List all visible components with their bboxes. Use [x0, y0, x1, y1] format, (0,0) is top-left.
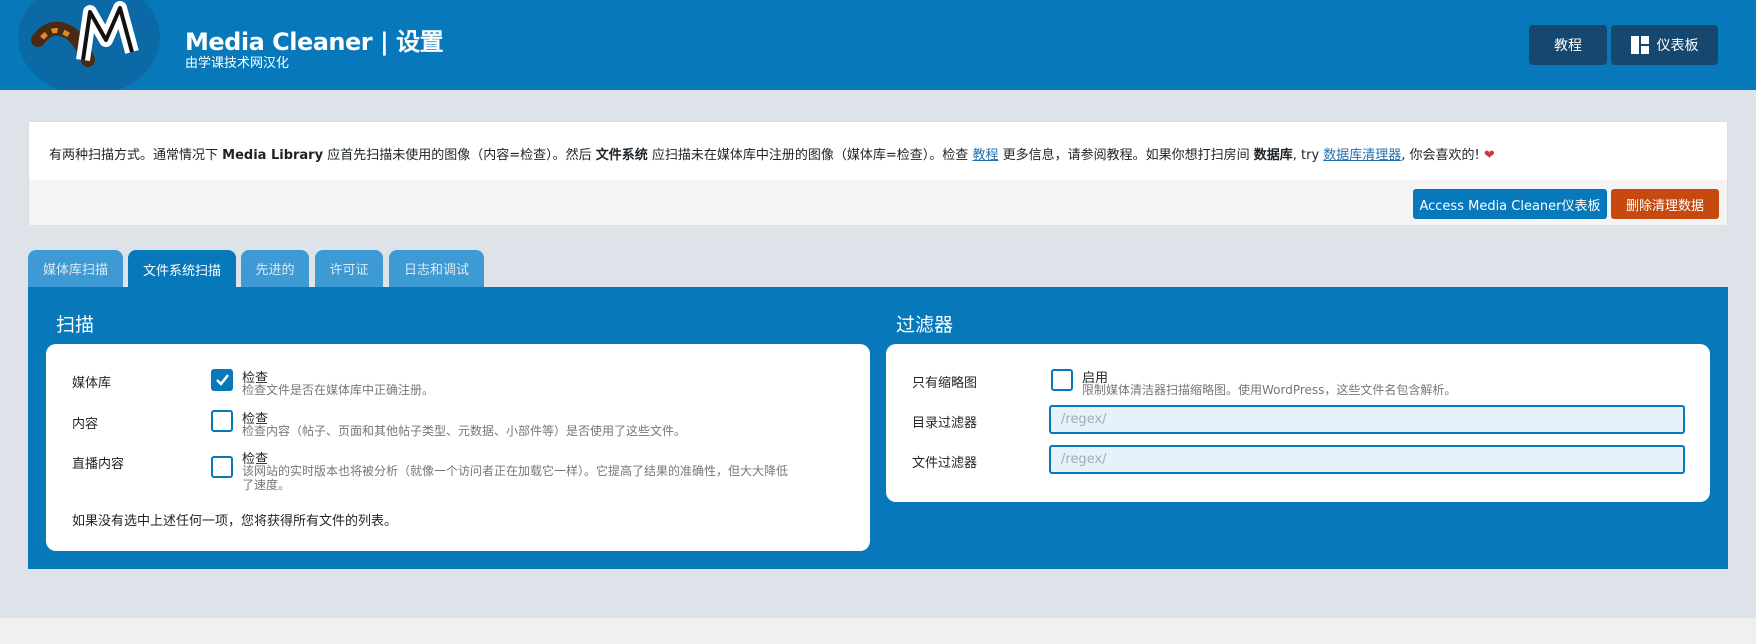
file-filter-label: 文件过滤器	[912, 456, 978, 471]
media-library-label: 媒体库	[72, 376, 112, 391]
scan-footer-note: 如果没有选中上述任何一项，您将获得所有文件的列表。	[72, 514, 398, 529]
meow-logo-icon	[18, 0, 160, 95]
directory-filter-label: 目录过滤器	[912, 416, 978, 431]
dashboard-grid-icon	[1630, 36, 1649, 54]
content-label: 内容	[72, 417, 99, 432]
notice-bold-filesystem: 文件系统	[595, 148, 648, 163]
dashboard-button-label: 仪表板	[1656, 38, 1699, 54]
info-notice: 有两种扫描方式。通常情况下 Media Library 应首先扫描未使用的图像（…	[28, 121, 1728, 225]
notice-text-part: 应首先扫描未使用的图像（内容=检查）。然后	[323, 148, 596, 163]
live-content-desc-line1: 该网站的实时版本也将被分析（就像一个访问者正在加载它一样）。它提高了结果的准确性…	[242, 464, 789, 478]
tab-logs-debug[interactable]: 日志和调试	[389, 250, 484, 287]
filters-section-title: 过滤器	[896, 314, 954, 336]
scan-section-title: 扫描	[56, 314, 95, 336]
thumbnails-only-label: 只有缩略图	[912, 376, 978, 391]
notice-bold-media-library: Media Library	[222, 148, 324, 163]
notice-text-part: 更多信息，请参阅教程。如果你想打扫房间	[998, 148, 1254, 163]
tab-license[interactable]: 许可证	[315, 250, 383, 287]
notice-text: 有两种扫描方式。通常情况下 Media Library 应首先扫描未使用的图像（…	[49, 144, 1495, 163]
live-content-label: 直播内容	[72, 457, 125, 472]
checkmark-icon	[216, 374, 229, 386]
top-header: Media Cleaner | 设置 由学课技术网汉化 教程 仪表板	[0, 0, 1756, 95]
tab-media-library-scan[interactable]: 媒体库扫描	[28, 250, 123, 287]
live-content-checkbox[interactable]	[211, 456, 233, 478]
tab-filesystem-scan[interactable]: 文件系统扫描	[128, 250, 236, 288]
tab-advanced[interactable]: 先进的	[241, 250, 309, 287]
delete-cleaner-data-button[interactable]: 删除清理数据	[1611, 189, 1719, 219]
media-library-desc: 检查文件是否在媒体库中正确注册。	[242, 383, 435, 397]
scan-card: 媒体库 检查 检查文件是否在媒体库中正确注册。 内容 检查 检查内容（帖子、页面…	[46, 344, 870, 551]
access-dashboard-button[interactable]: Access Media Cleaner仪表板	[1413, 189, 1607, 219]
directory-filter-input[interactable]: /regex/	[1049, 405, 1685, 434]
notice-text-part: 有两种扫描方式。通常情况下	[49, 148, 223, 163]
notice-bold-database: 数据库	[1253, 148, 1293, 163]
thumbnails-desc: 限制媒体清洁器扫描缩略图。使用WordPress，这些文件名包含解析。	[1082, 383, 1457, 397]
file-filter-input[interactable]: /regex/	[1049, 445, 1685, 474]
thumbnails-only-checkbox[interactable]	[1051, 369, 1073, 391]
database-cleaner-link[interactable]: 数据库清理器	[1323, 148, 1401, 163]
notice-footer: Access Media Cleaner仪表板 删除清理数据	[29, 180, 1727, 225]
tutorial-button-label: 教程	[1554, 38, 1582, 54]
content-checkbox[interactable]	[211, 410, 233, 432]
dashboard-button[interactable]: 仪表板	[1611, 25, 1718, 65]
page-bottom	[0, 618, 1756, 644]
page-subtitle: 由学课技术网汉化	[185, 56, 290, 71]
tutorial-button[interactable]: 教程	[1529, 25, 1607, 65]
live-content-desc-line2: 了速度。	[242, 478, 291, 492]
tutorial-link[interactable]: 教程	[972, 148, 998, 163]
notice-text-part: , 你会喜欢的!	[1401, 148, 1484, 163]
notice-text-part: 应扫描未在媒体库中注册的图像（媒体库=检查）。检查	[647, 148, 973, 163]
notice-text-part: , try	[1292, 148, 1324, 163]
media-library-checkbox[interactable]	[211, 369, 233, 391]
heart-icon: ❤	[1483, 148, 1495, 163]
content-desc: 检查内容（帖子、页面和其他帖子类型、元数据、小部件等）是否使用了这些文件。	[242, 424, 687, 438]
filters-card: 只有缩略图 启用 限制媒体清洁器扫描缩略图。使用WordPress，这些文件名包…	[886, 344, 1710, 502]
